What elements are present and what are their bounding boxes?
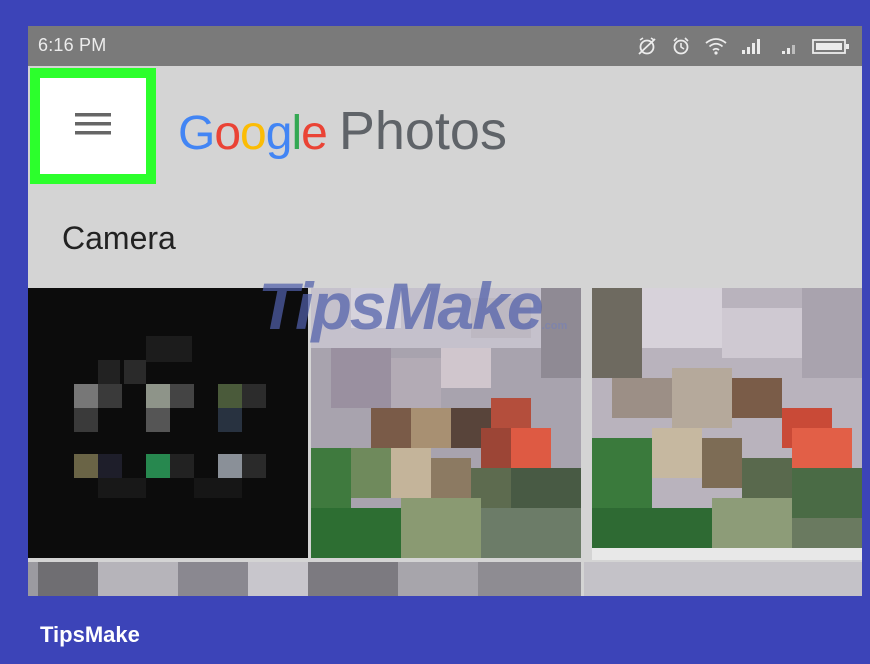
camera-photo-5[interactable] [584,562,862,596]
signal-icon [740,35,766,57]
signal-secondary-icon [778,35,800,57]
google-letter: G [178,107,215,160]
app-bar: Google Photos [28,66,862,194]
camera-photo-1[interactable] [28,288,308,558]
section-title: Camera [62,220,176,256]
google-letter: l [291,107,302,160]
status-icons [636,32,850,60]
google-letter: e [301,107,328,160]
status-bar: 6:16 PM [28,26,862,66]
footer-brand: TipsMake [40,622,140,647]
status-time: 6:16 PM [38,35,107,55]
phone-screen: 6:16 PM Google Photos Camera [28,26,862,596]
google-wordmark: Google [178,106,328,161]
camera-photo-2[interactable] [311,288,581,558]
alarm-off-icon [636,35,658,57]
hamburger-menu-icon [73,109,113,144]
alarm-icon [670,35,692,57]
photo-grid [28,288,862,596]
app-logo: Google Photos [178,100,507,162]
tutorial-frame: 6:16 PM Google Photos Camera TipsMake.co… [0,0,870,664]
camera-photo-3[interactable] [592,288,862,560]
wifi-icon [704,35,728,57]
battery-icon [812,35,850,57]
camera-photo-4[interactable] [28,562,581,596]
menu-button[interactable] [30,68,156,184]
google-letter: g [265,107,293,160]
photos-title: Photos [338,101,507,161]
google-letter: o [240,107,267,160]
google-letter: o [214,107,241,160]
